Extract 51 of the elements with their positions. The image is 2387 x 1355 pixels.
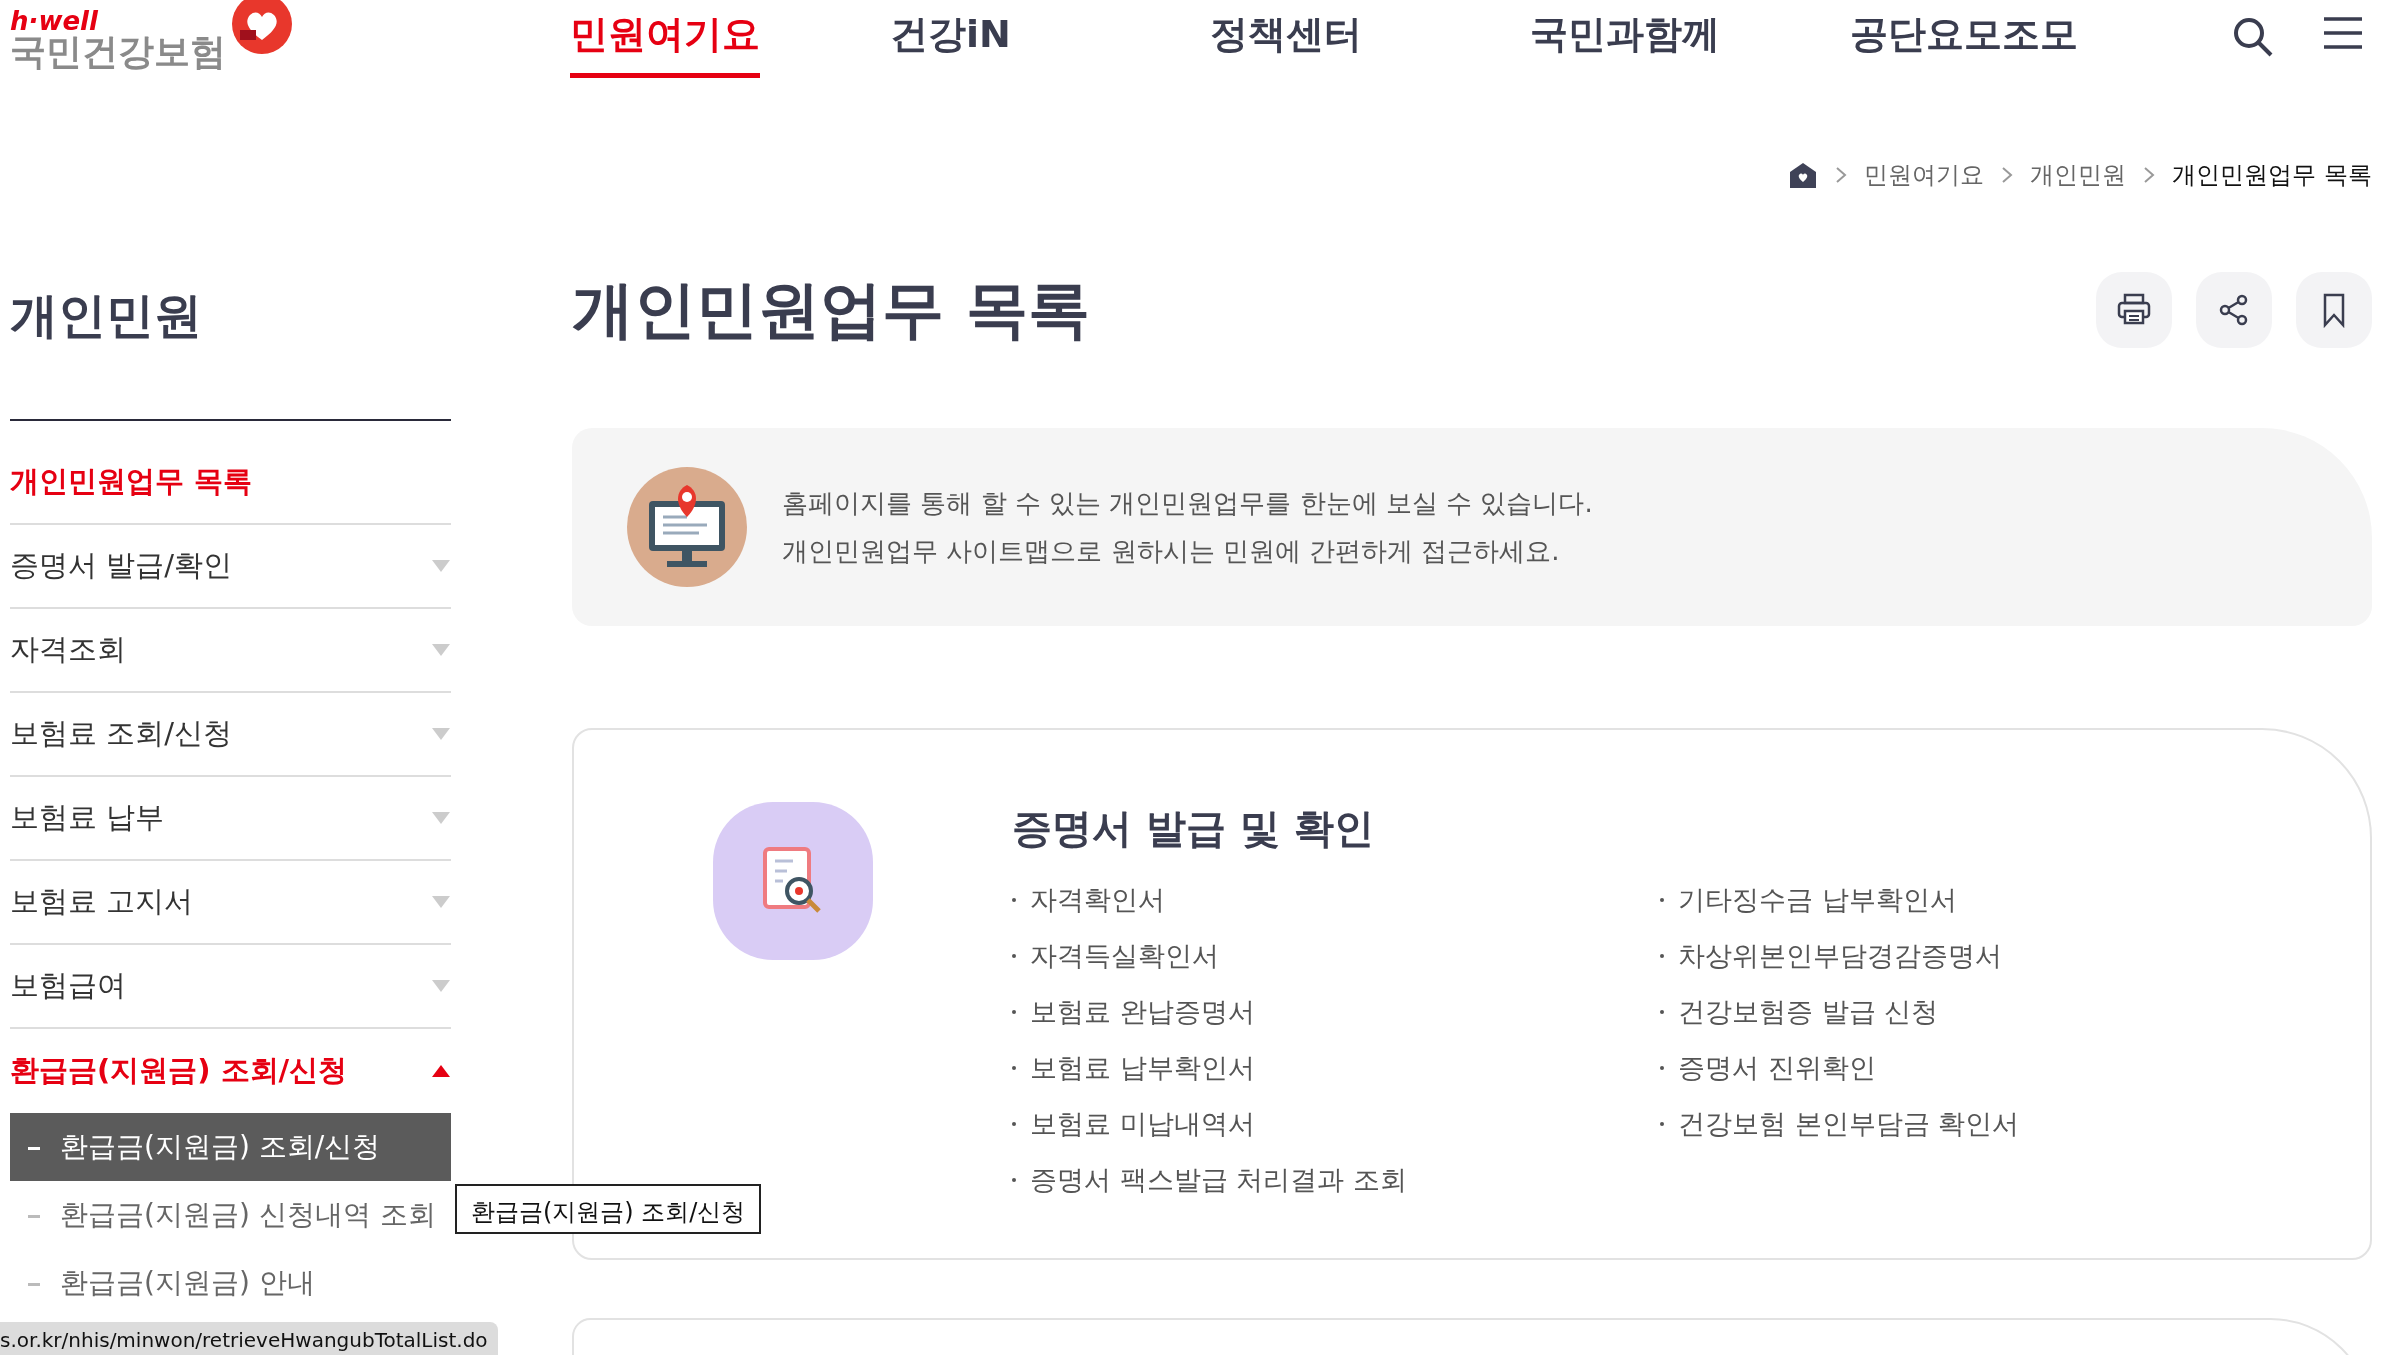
bookmark-button[interactable] <box>2296 272 2372 348</box>
sidebar-item[interactable]: 보험료 조회/신청 <box>10 693 451 778</box>
caret-up-icon <box>431 1063 451 1080</box>
nav-tab[interactable]: 민원여기요 <box>570 0 890 78</box>
nav-tab[interactable]: 건강iN <box>890 0 1210 78</box>
breadcrumb-link[interactable]: 개인민원 <box>2030 157 2127 193</box>
service-link[interactable]: 보험료 미납내역서 <box>1012 1096 1660 1152</box>
service-link[interactable]: 증명서 진위확인 <box>1660 1040 2308 1096</box>
sidebar-item[interactable]: 자격조회 <box>10 609 451 694</box>
service-link[interactable]: 보험료 완납증명서 <box>1012 984 1660 1040</box>
service-link[interactable]: 건강보험 본인부담금 확인서 <box>1660 1096 2308 1152</box>
sidebar-title: 개인민원 <box>10 286 203 345</box>
submenu-item[interactable]: 환급금(지원금) 조회/신청 <box>10 1113 451 1182</box>
service-link[interactable]: 기타징수금 납부확인서 <box>1660 872 2308 928</box>
sidebar-item[interactable]: 증명서 발급/확인 <box>10 525 451 610</box>
nav-tab[interactable]: 정책센터 <box>1210 0 1530 78</box>
intro-text: 개인민원업무 사이트맵으로 원하시는 민원에 간편하게 접근하세요. <box>782 535 1561 568</box>
nav-tab[interactable]: 국민과함께 <box>1530 0 1850 78</box>
logo-name: 국민건강보험 <box>10 34 226 70</box>
service-link[interactable]: 자격확인서 <box>1012 872 1660 928</box>
share-button[interactable] <box>2196 272 2272 348</box>
breadcrumb-link[interactable]: 민원여기요 <box>1864 157 1985 193</box>
chevron-icon <box>2142 165 2157 185</box>
document-search-icon <box>713 802 873 960</box>
logo-tagline: h·well <box>10 8 99 34</box>
home-icon[interactable] <box>1788 160 1819 190</box>
chevron-icon <box>1834 165 1849 185</box>
service-link[interactable]: 차상위본인부담경감증명서 <box>1660 928 2308 984</box>
search-icon[interactable] <box>2232 16 2274 58</box>
print-button[interactable] <box>2096 272 2172 348</box>
chevron-icon <box>2000 165 2015 185</box>
service-link[interactable]: 건강보험증 발급 신청 <box>1660 984 2308 1040</box>
sidebar-item[interactable]: 개인민원업무 목록 <box>10 421 451 526</box>
sidebar-item[interactable]: 보험료 고지서 <box>10 861 451 946</box>
sidebar-item[interactable]: 보험급여 <box>10 945 451 1030</box>
breadcrumb-current: 개인민원업무 목록 <box>2172 160 2372 191</box>
sidebar-item[interactable]: 보험료 납부 <box>10 777 451 862</box>
tooltip: 환급금(지원금) 조회/신청 <box>455 1184 762 1234</box>
service-link[interactable]: 자격득실확인서 <box>1012 928 1660 984</box>
monitor-pin-icon <box>627 467 747 587</box>
nav-tab[interactable]: 공단요모조모 <box>1850 0 2170 78</box>
submenu-item[interactable]: 환급금(지원금) 신청내역 조회 <box>10 1181 451 1250</box>
intro-text: 홈페이지를 통해 할 수 있는 개인민원업무를 한눈에 보실 수 있습니다. <box>782 487 1593 520</box>
submenu-item[interactable]: 환급금(지원금) 안내 <box>10 1249 451 1318</box>
service-link[interactable]: 보험료 납부확인서 <box>1012 1040 1660 1096</box>
sidebar-item[interactable]: 환급금(지원금) 조회/신청 <box>10 1029 451 1114</box>
service-link[interactable]: 증명서 팩스발급 처리결과 조회 <box>1012 1152 1660 1208</box>
status-bar-url: s.or.kr/nhis/minwon/retrieveHwangubTotalList.do <box>0 1322 498 1355</box>
page-title: 개인민원업무 목록 <box>572 272 1090 348</box>
section-title: 증명서 발급 및 확인 <box>1012 804 1375 853</box>
menu-icon[interactable] <box>2322 16 2364 50</box>
